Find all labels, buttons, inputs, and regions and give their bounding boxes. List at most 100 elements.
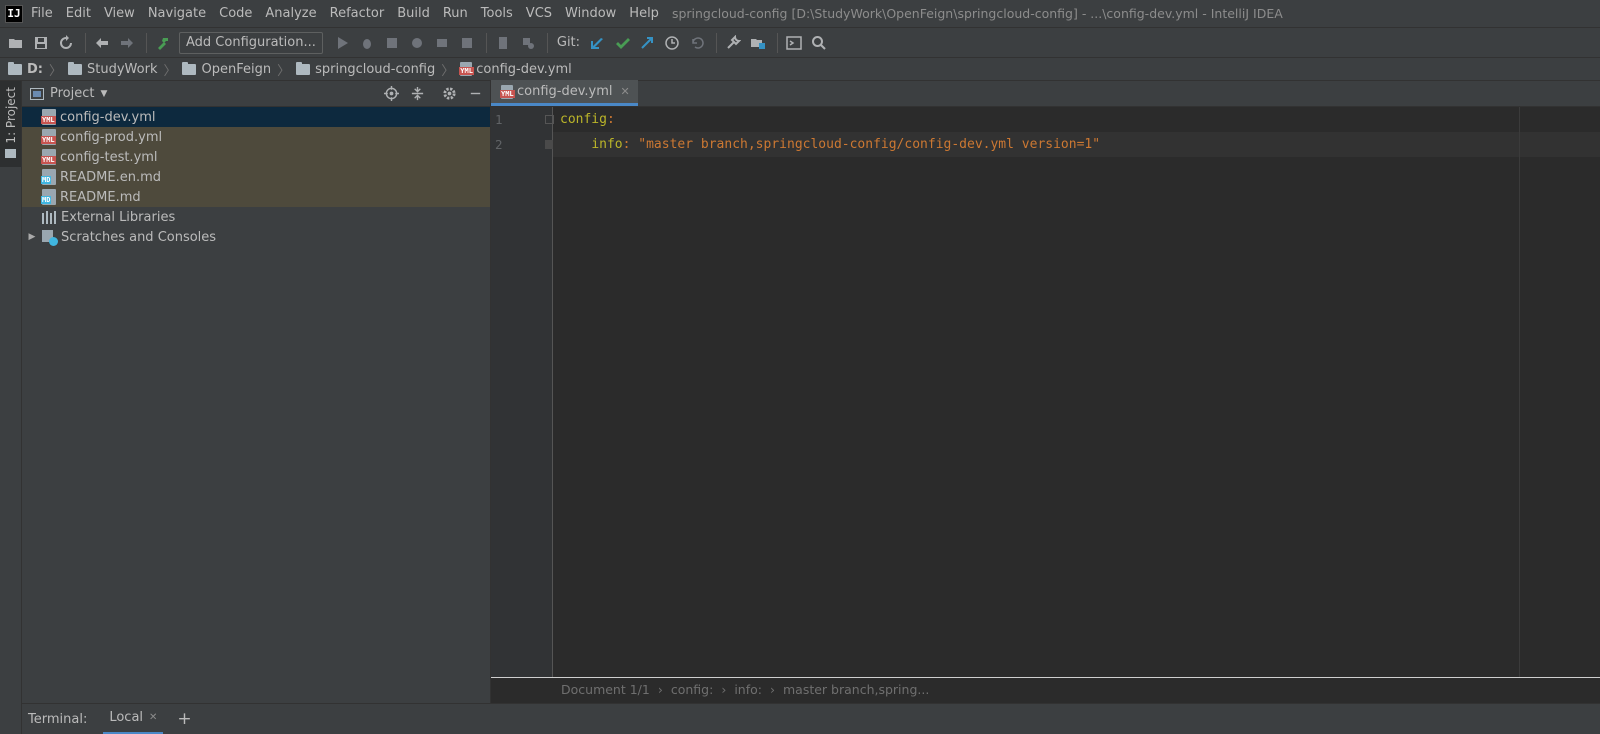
yaml-colon: : bbox=[606, 112, 615, 127]
breadcrumb-separator: 〉 bbox=[277, 63, 291, 79]
locate-target-icon[interactable] bbox=[380, 84, 402, 104]
back-arrow-icon[interactable] bbox=[91, 32, 113, 54]
close-icon[interactable]: ✕ bbox=[149, 712, 157, 723]
yaml-key: config bbox=[560, 112, 607, 127]
code-editor[interactable]: 1 2 config: info: "master branch,springc… bbox=[491, 107, 1600, 677]
save-all-icon[interactable] bbox=[30, 32, 52, 54]
tree-item-external-libraries[interactable]: External Libraries bbox=[22, 207, 490, 227]
toolbar-separator bbox=[485, 32, 487, 53]
tree-item-readme-md[interactable]: MD README.md bbox=[22, 187, 490, 207]
run-icon[interactable] bbox=[331, 32, 353, 54]
menu-view[interactable]: View bbox=[104, 6, 135, 21]
breadcrumb-separator: › bbox=[657, 682, 663, 697]
sdk-manager-icon[interactable] bbox=[517, 32, 539, 54]
expand-arrow-icon[interactable]: ▶ bbox=[22, 232, 42, 242]
folder-icon bbox=[68, 61, 83, 75]
breadcrumb-label: StudyWork bbox=[87, 61, 158, 77]
terminal-label: Terminal: bbox=[28, 711, 88, 727]
breadcrumb-drive[interactable]: D: bbox=[8, 61, 43, 77]
hide-panel-icon[interactable] bbox=[464, 84, 486, 104]
tree-item-config-dev-yml[interactable]: YML config-dev.yml bbox=[22, 107, 490, 127]
run-with-coverage-icon[interactable] bbox=[381, 32, 403, 54]
attach-debugger-icon[interactable] bbox=[431, 32, 453, 54]
gear-icon[interactable] bbox=[438, 84, 460, 104]
menu-edit[interactable]: Edit bbox=[66, 6, 91, 21]
editor-breadcrumb-item[interactable]: Document 1/1 bbox=[561, 682, 650, 697]
markdown-file-icon: MD bbox=[41, 189, 56, 205]
stop-icon[interactable] bbox=[456, 32, 478, 54]
menu-help[interactable]: Help bbox=[629, 6, 659, 21]
git-rollback-icon[interactable] bbox=[686, 32, 708, 54]
editor-tab-config-dev-yml[interactable]: YML config-dev.yml ✕ bbox=[491, 80, 638, 106]
close-icon[interactable]: ✕ bbox=[621, 85, 630, 98]
forward-arrow-icon[interactable] bbox=[116, 32, 138, 54]
menu-tools[interactable]: Tools bbox=[481, 6, 513, 21]
yaml-key: info bbox=[591, 137, 623, 152]
breadcrumb-label: springcloud-config bbox=[315, 61, 436, 77]
project-tool-window-button[interactable]: 1: Project bbox=[0, 81, 21, 167]
breadcrumb-openfeign[interactable]: OpenFeign bbox=[182, 61, 271, 77]
run-configuration-dropdown[interactable]: Add Configuration... bbox=[179, 31, 323, 54]
breadcrumb-springcloud-config[interactable]: springcloud-config bbox=[296, 61, 436, 77]
yaml-colon: : bbox=[622, 137, 631, 152]
new-terminal-plus-icon[interactable]: + bbox=[177, 709, 191, 729]
build-hammer-icon[interactable] bbox=[152, 32, 174, 54]
tree-item-label: config-test.yml bbox=[60, 149, 158, 165]
breadcrumb-separator: 〉 bbox=[441, 63, 455, 79]
git-commit-icon[interactable] bbox=[611, 32, 633, 54]
editor-breadcrumbs: Document 1/1 › config: › info: › master … bbox=[491, 677, 1600, 701]
breadcrumb-config-dev-yml[interactable]: YML config-dev.yml bbox=[459, 62, 572, 77]
search-everywhere-icon[interactable] bbox=[808, 32, 830, 54]
project-tool-tab-label: 1: Project bbox=[3, 87, 18, 144]
main-toolbar: Add Configuration... Git: bbox=[0, 27, 1600, 57]
settings-wrench-icon[interactable] bbox=[722, 32, 744, 54]
editor-gutter: 1 2 bbox=[491, 107, 554, 677]
breadcrumb-separator: › bbox=[769, 682, 775, 697]
menu-refactor[interactable]: Refactor bbox=[330, 6, 385, 21]
markdown-file-icon: MD bbox=[41, 169, 56, 185]
breadcrumb-studywork[interactable]: StudyWork bbox=[68, 61, 158, 77]
tree-item-label: config-prod.yml bbox=[60, 129, 163, 145]
open-folder-icon[interactable] bbox=[5, 32, 27, 54]
tree-item-config-prod-yml[interactable]: YML config-prod.yml bbox=[22, 127, 490, 147]
menu-run[interactable]: Run bbox=[443, 6, 468, 21]
tree-item-config-test-yml[interactable]: YML config-test.yml bbox=[22, 147, 490, 167]
editor-breadcrumb-item[interactable]: info: bbox=[734, 682, 762, 697]
profile-icon[interactable] bbox=[406, 32, 428, 54]
editor-breadcrumb-item[interactable]: config: bbox=[671, 682, 713, 697]
menu-navigate[interactable]: Navigate bbox=[148, 6, 206, 21]
left-tool-stripe: 1: Project bbox=[0, 81, 22, 734]
device-manager-icon[interactable] bbox=[492, 32, 514, 54]
terminal-tab-local[interactable]: Local ✕ bbox=[103, 704, 164, 734]
fold-marker-icon[interactable] bbox=[545, 115, 554, 124]
terminal-icon[interactable] bbox=[783, 32, 805, 54]
collapse-all-icon[interactable] bbox=[406, 84, 428, 104]
window-title: springcloud-config [D:\StudyWork\OpenFei… bbox=[671, 6, 1283, 21]
yml-file-icon: YML bbox=[41, 149, 56, 165]
breadcrumb-label: D: bbox=[27, 61, 43, 77]
git-history-icon[interactable] bbox=[661, 32, 683, 54]
tree-item-label: External Libraries bbox=[61, 209, 176, 225]
tree-item-readme-en-md[interactable]: MD README.en.md bbox=[22, 167, 490, 187]
project-view-selector[interactable]: Project bbox=[50, 86, 94, 101]
project-view-icon bbox=[30, 87, 44, 100]
git-compare-icon[interactable] bbox=[636, 32, 658, 54]
synchronize-icon[interactable] bbox=[55, 32, 77, 54]
debug-icon[interactable] bbox=[356, 32, 378, 54]
menu-window[interactable]: Window bbox=[565, 6, 616, 21]
menu-analyze[interactable]: Analyze bbox=[265, 6, 316, 21]
menu-file[interactable]: File bbox=[31, 6, 53, 21]
yml-file-icon: YML bbox=[41, 129, 56, 145]
menu-code[interactable]: Code bbox=[219, 6, 252, 21]
project-structure-icon[interactable] bbox=[747, 32, 769, 54]
tree-item-scratches-and-consoles[interactable]: ▶ Scratches and Consoles bbox=[22, 227, 490, 247]
folder-icon bbox=[182, 61, 197, 75]
folder-icon bbox=[296, 61, 311, 75]
code-line-2: info: "master branch,springcloud-config/… bbox=[560, 132, 1100, 157]
git-update-icon[interactable] bbox=[586, 32, 608, 54]
editor-breadcrumb-item[interactable]: master branch,spring... bbox=[783, 682, 929, 697]
menu-build[interactable]: Build bbox=[397, 6, 430, 21]
menu-vcs[interactable]: VCS bbox=[526, 6, 552, 21]
chevron-down-icon[interactable]: ▼ bbox=[100, 89, 107, 99]
toolbar-separator bbox=[716, 32, 718, 53]
